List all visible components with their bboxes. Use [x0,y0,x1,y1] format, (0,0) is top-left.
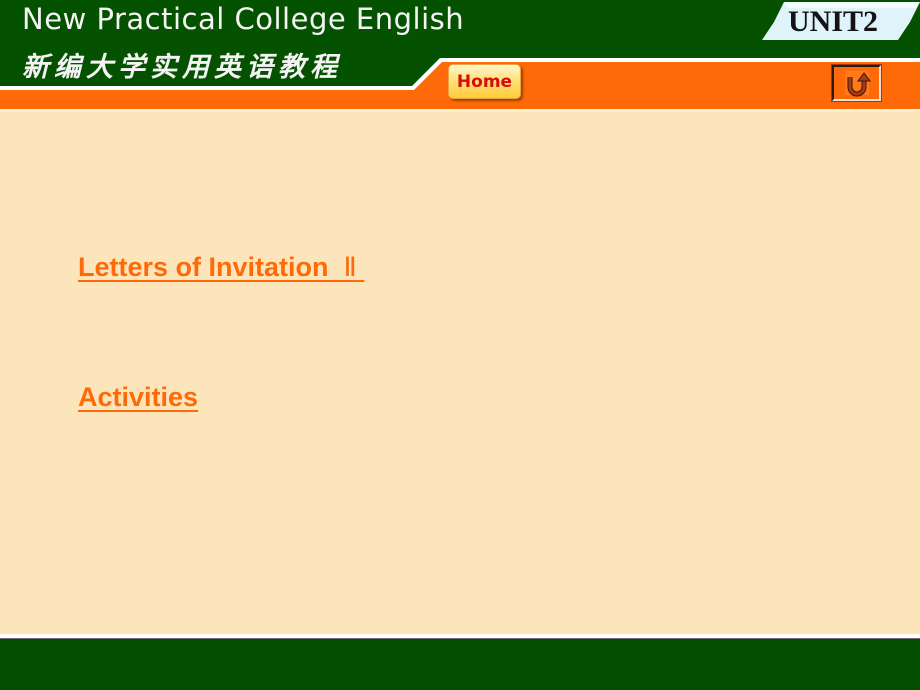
link-letters-of-invitation[interactable]: Letters of Invitation Ⅱ [78,252,364,283]
header-banner: New Practical College English 新编大学实用英语教程… [0,0,920,112]
back-button[interactable] [831,64,882,102]
app-title-chinese: 新编大学实用英语教程 [22,52,342,83]
roman-numeral: Ⅱ [343,252,357,282]
app-title-english: New Practical College English [22,2,465,36]
u-turn-arrow-icon [845,71,871,97]
home-button[interactable]: Home [448,64,521,99]
content-area: Letters of Invitation Ⅱ Activities [0,112,920,634]
unit-label: UNIT2 [788,5,879,38]
link-label: Letters of Invitation [78,252,329,282]
link-activities[interactable]: Activities [78,382,198,413]
footer-bar [0,639,920,690]
